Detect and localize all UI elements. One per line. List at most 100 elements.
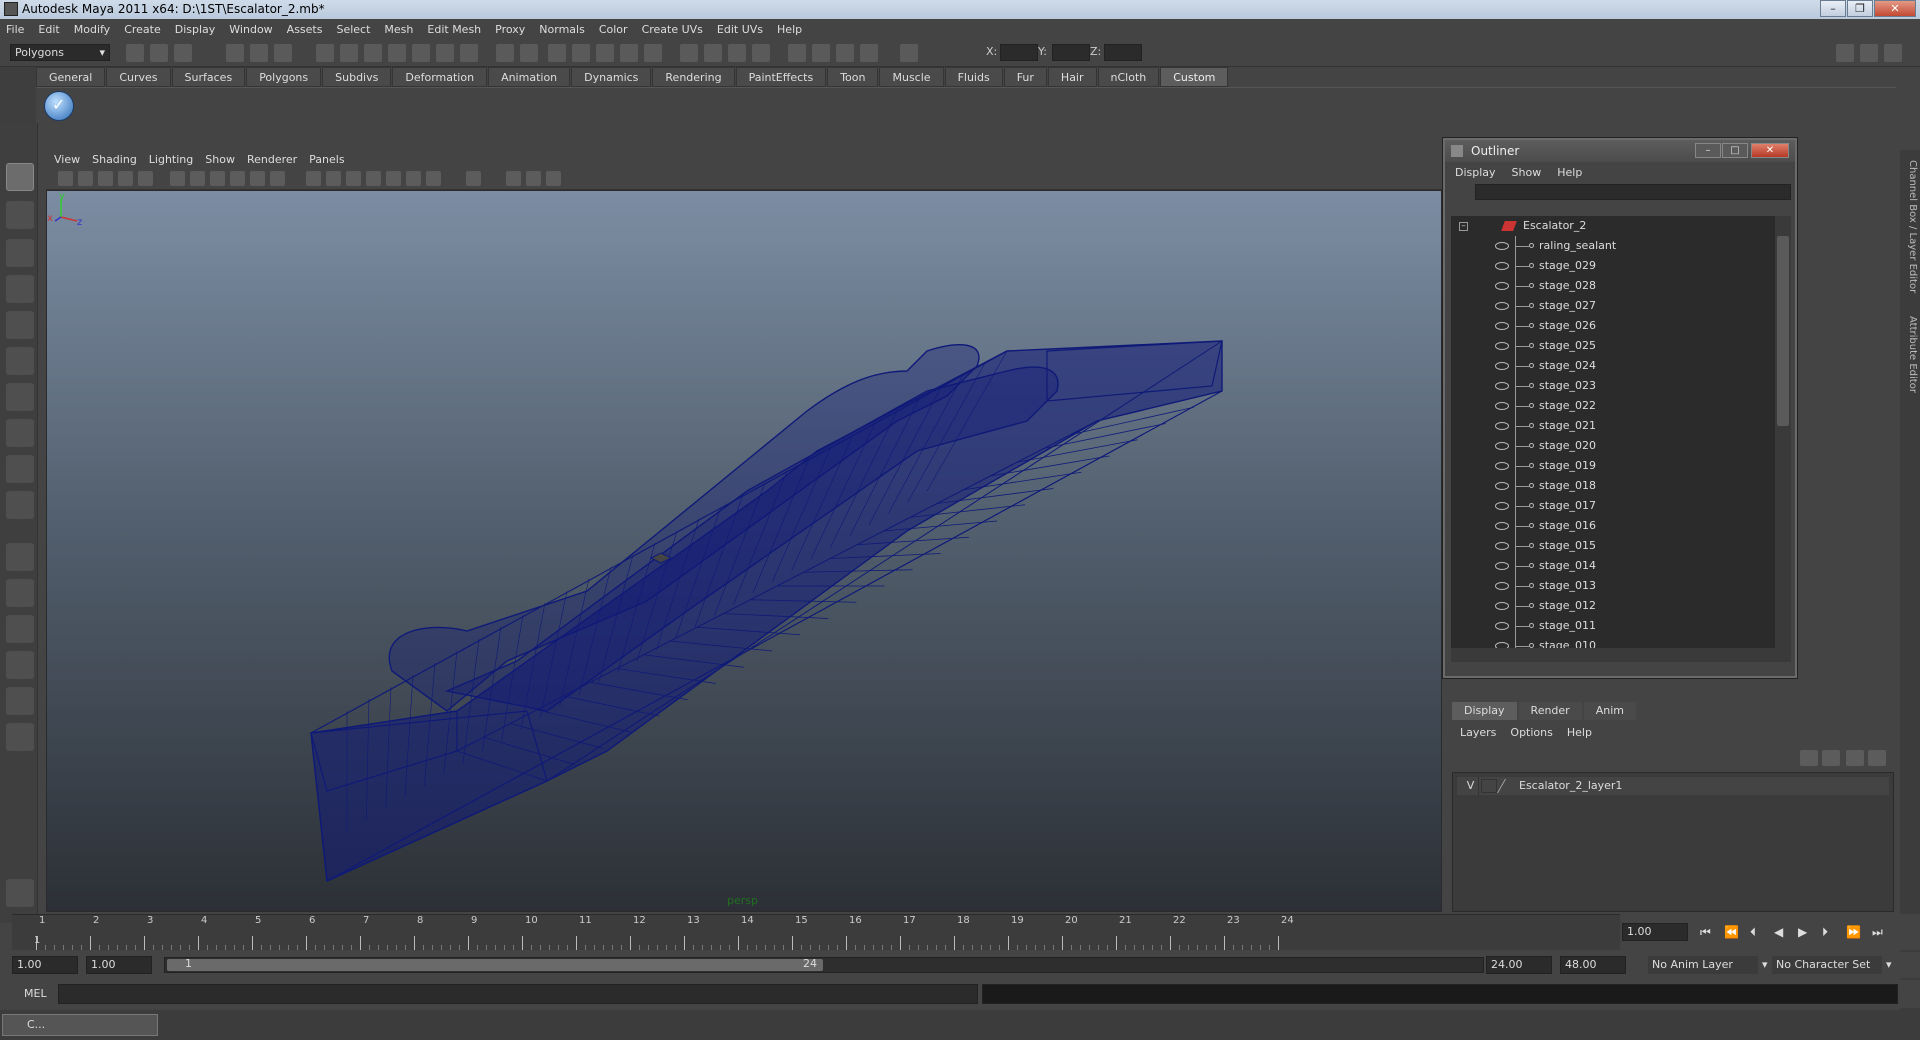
layer-menu-help[interactable]: Help xyxy=(1567,726,1592,739)
help-question-icon[interactable] xyxy=(460,44,478,62)
move-tool-icon[interactable] xyxy=(6,275,34,303)
menu-normals[interactable]: Normals xyxy=(539,23,585,36)
checkmark-shelf-icon[interactable] xyxy=(44,91,74,121)
outliner-layout-icon[interactable] xyxy=(6,615,34,643)
new-scene-icon[interactable] xyxy=(126,44,144,62)
make-live-icon[interactable] xyxy=(412,44,430,62)
tab-deformation[interactable]: Deformation xyxy=(392,67,488,87)
y-field[interactable] xyxy=(1052,44,1090,61)
bookmark-icon[interactable] xyxy=(98,171,113,186)
layer-menu-layers[interactable]: Layers xyxy=(1460,726,1496,739)
outliner-menu-show[interactable]: Show xyxy=(1512,166,1542,179)
input-ops-icon[interactable] xyxy=(520,44,538,62)
resolution-gate-icon[interactable] xyxy=(190,171,205,186)
z-field[interactable] xyxy=(1104,44,1142,61)
menu-edit-uvs[interactable]: Edit UVs xyxy=(717,23,763,36)
custom-layout-icon[interactable] xyxy=(6,723,34,751)
attribute-editor-icon[interactable] xyxy=(1884,44,1902,62)
textured-icon[interactable] xyxy=(366,171,381,186)
paint-select-tool-icon[interactable] xyxy=(6,239,34,267)
tab-hair[interactable]: Hair xyxy=(1047,67,1097,87)
command-input[interactable] xyxy=(58,984,978,1004)
tab-curves[interactable]: Curves xyxy=(106,67,171,87)
perspective-viewport[interactable]: x y z persp xyxy=(46,190,1442,912)
maximize-button[interactable]: ❐ xyxy=(1847,0,1873,17)
snap-grid-icon[interactable] xyxy=(316,44,334,62)
safe-action-icon[interactable] xyxy=(250,171,265,186)
snap-curve-icon[interactable] xyxy=(340,44,358,62)
last-tool-icon[interactable] xyxy=(6,491,34,519)
outliner-item[interactable]: stage_016 xyxy=(1451,516,1775,536)
scale-tool-icon[interactable] xyxy=(6,347,34,375)
outliner-item[interactable]: stage_014 xyxy=(1451,556,1775,576)
outliner-item[interactable]: stage_024 xyxy=(1451,356,1775,376)
single-view-layout-icon[interactable] xyxy=(6,543,34,571)
step-back-key-button[interactable]: ⏪ xyxy=(1724,925,1739,939)
go-to-start-button[interactable]: ⏮ xyxy=(1700,925,1711,940)
x-field[interactable] xyxy=(1000,44,1038,61)
transform-field-icon[interactable] xyxy=(900,44,918,62)
layer-tab-display[interactable]: Display xyxy=(1452,702,1517,720)
playback-end-field[interactable]: 24.00 xyxy=(1486,956,1552,974)
menu-file[interactable]: File xyxy=(6,23,24,36)
wire-on-shaded-icon[interactable] xyxy=(346,171,361,186)
show-manipulator-icon[interactable] xyxy=(6,455,34,483)
outliner-item[interactable]: stage_010 xyxy=(1451,636,1775,648)
open-scene-icon[interactable] xyxy=(150,44,168,62)
outliner-item[interactable]: stage_025 xyxy=(1451,336,1775,356)
smooth-shade-icon[interactable] xyxy=(326,171,341,186)
layer-row[interactable]: V Escalator_2_layer1 xyxy=(1457,777,1889,795)
outliner-titlebar[interactable]: Outliner – □ ✕ xyxy=(1445,140,1795,162)
layer-color-icon[interactable] xyxy=(1496,779,1518,793)
outliner-maximize-button[interactable]: □ xyxy=(1722,143,1748,158)
ipr-render-icon[interactable] xyxy=(728,44,746,62)
isolate-select-icon[interactable] xyxy=(466,171,481,186)
tab-painteffects[interactable]: PaintEffects xyxy=(735,67,827,87)
outliner-item[interactable]: raling_sealant xyxy=(1451,236,1775,256)
tab-channel-box[interactable]: Channel Box / Layer Editor xyxy=(1902,160,1918,293)
shadows-icon[interactable] xyxy=(426,171,441,186)
end-time-field[interactable]: 48.00 xyxy=(1560,956,1626,974)
menu-help[interactable]: Help xyxy=(777,23,802,36)
camera-select-icon[interactable] xyxy=(58,171,73,186)
go-to-end-button[interactable]: ⏭ xyxy=(1872,925,1883,940)
minimize-button[interactable]: – xyxy=(1820,0,1846,17)
outliner-item[interactable]: stage_012 xyxy=(1451,596,1775,616)
tab-fur[interactable]: Fur xyxy=(1003,67,1047,87)
outliner-item[interactable]: stage_019 xyxy=(1451,456,1775,476)
layer-playback-toggle[interactable] xyxy=(1481,779,1497,793)
outliner-item[interactable]: stage_020 xyxy=(1451,436,1775,456)
outliner-item[interactable]: stage_011 xyxy=(1451,616,1775,636)
magnet-live-icon[interactable] xyxy=(644,44,662,62)
tab-surfaces[interactable]: Surfaces xyxy=(171,67,246,87)
select-component-icon[interactable] xyxy=(274,44,292,62)
vp-menu-renderer[interactable]: Renderer xyxy=(247,153,297,166)
time-slider[interactable]: 1 2 3 4 5 6 7 8 9 10 11 12 13 14 15 16 17 18 19 20 21 22 23 24 … xyxy=(12,914,1620,950)
layer-menu-options[interactable]: Options xyxy=(1510,726,1552,739)
lasso-tool-icon[interactable] xyxy=(6,201,34,229)
magnet-icon[interactable] xyxy=(548,44,566,62)
shelf-options[interactable] xyxy=(0,67,36,123)
magnet-surface-icon[interactable] xyxy=(620,44,638,62)
outliner-root-item[interactable]: – Escalator_2 xyxy=(1451,216,1775,236)
wireframe-icon[interactable] xyxy=(306,171,321,186)
outliner-item[interactable]: stage_017 xyxy=(1451,496,1775,516)
tab-general[interactable]: General xyxy=(36,67,106,87)
layer-visibility-toggle[interactable]: V xyxy=(1463,777,1479,795)
outliner-item[interactable]: stage_027 xyxy=(1451,296,1775,316)
hypershade-icon[interactable] xyxy=(788,44,806,62)
select-tool-icon[interactable] xyxy=(6,163,34,191)
select-hierarchy-icon[interactable] xyxy=(226,44,244,62)
move-layer-down-icon[interactable] xyxy=(1822,750,1840,766)
menu-edit-mesh[interactable]: Edit Mesh xyxy=(427,23,481,36)
menu-edit[interactable]: Edit xyxy=(38,23,59,36)
vp-menu-shading[interactable]: Shading xyxy=(92,153,137,166)
outliner-item[interactable]: stage_015 xyxy=(1451,536,1775,556)
outliner-close-button[interactable]: ✕ xyxy=(1751,143,1789,158)
default-light-icon[interactable] xyxy=(386,171,401,186)
range-slider[interactable]: 1 24 xyxy=(164,957,1484,973)
outliner-item[interactable]: stage_029 xyxy=(1451,256,1775,276)
outliner-minimize-button[interactable]: – xyxy=(1695,143,1721,158)
all-lights-icon[interactable] xyxy=(406,171,421,186)
channel-box-icon[interactable] xyxy=(1860,44,1878,62)
